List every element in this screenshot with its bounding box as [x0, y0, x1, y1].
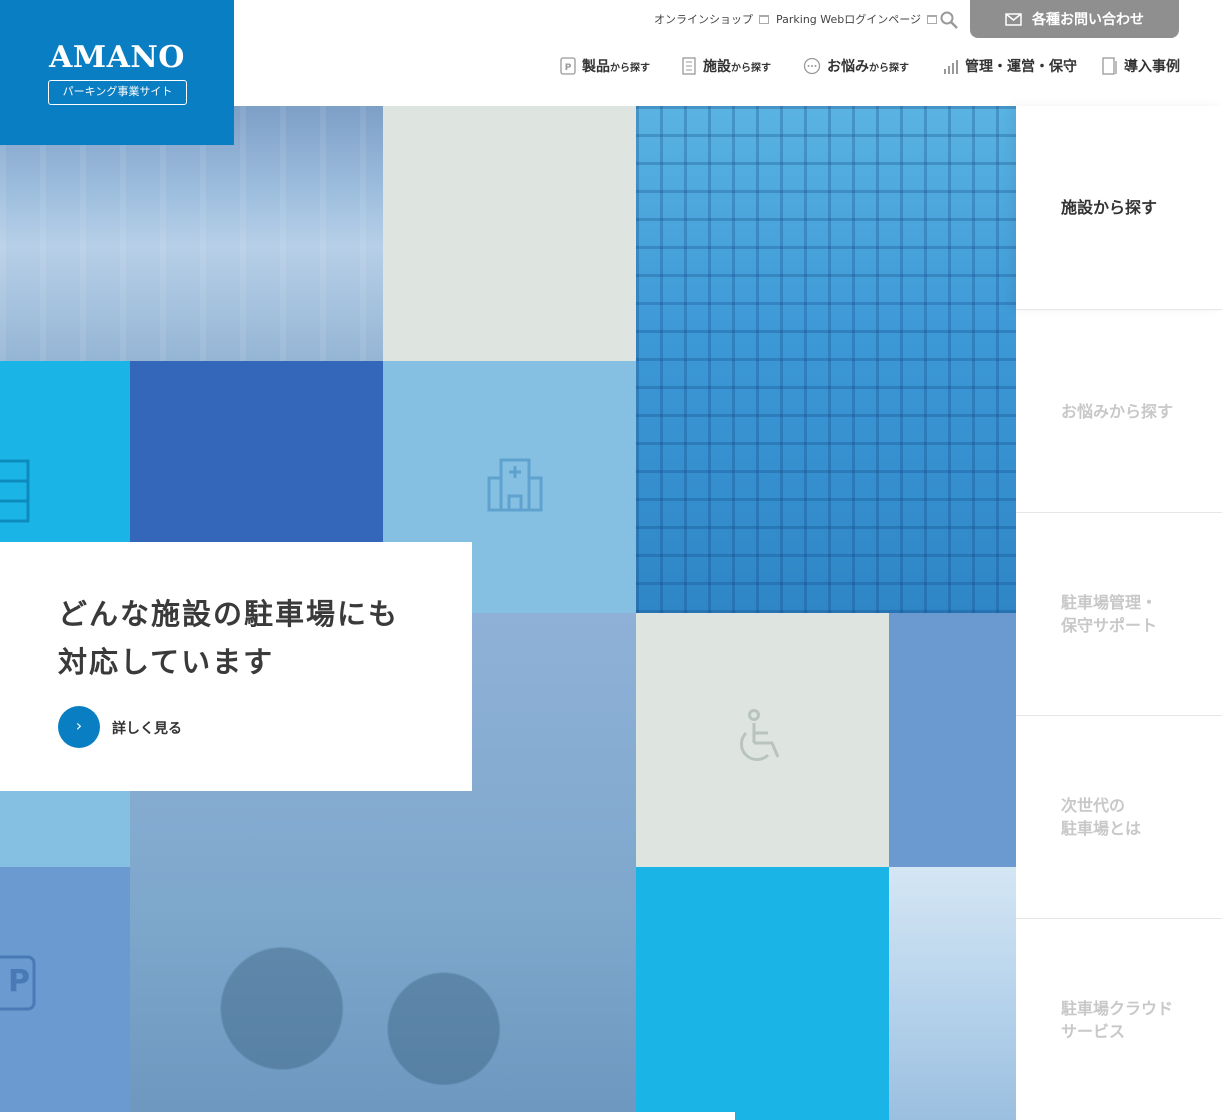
- hero-title: どんな施設の駐車場にも 対応しています: [58, 590, 399, 686]
- search-icon[interactable]: [940, 11, 958, 29]
- read-more-label[interactable]: 詳しく見る: [112, 718, 182, 738]
- nav-facilities-label: 施設: [703, 59, 731, 75]
- hero-title-line-2: 対応しています: [58, 645, 275, 679]
- side-nav-item-next-gen-parking[interactable]: 次世代の 駐車場とは: [1016, 715, 1222, 918]
- nav-management-label: 管理・運営・保守: [965, 59, 1077, 75]
- parking-sign-icon: P: [0, 955, 36, 1011]
- wheelchair-icon: [739, 709, 780, 762]
- hero-tile-bright-cyan: [636, 867, 889, 1120]
- side-nav-item-cloud-service[interactable]: 駐車場クラウド サービス: [1016, 918, 1222, 1120]
- building-icon: [682, 57, 696, 75]
- bottom-strip: [0, 1112, 735, 1120]
- hero-tile-royal-blue: [130, 361, 383, 542]
- side-nav: 施設から探す お悩みから探す 駐車場管理・ 保守サポート 次世代の 駐車場とは …: [1016, 106, 1222, 1120]
- hero-card: どんな施設の駐車場にも 対応しています › 詳しく見る: [0, 542, 472, 791]
- nav-facilities-suffix: から探す: [731, 63, 771, 74]
- logo[interactable]: AMANO パーキング事業サイト: [0, 0, 234, 145]
- side-nav-item-concerns[interactable]: お悩みから探す: [1016, 309, 1222, 512]
- online-shop-link[interactable]: オンラインショップ: [654, 11, 769, 27]
- parking-web-login-link[interactable]: Parking Webログインページ: [776, 11, 938, 27]
- contact-button[interactable]: 各種お問い合わせ: [970, 0, 1179, 38]
- hero-tile-cyan: [0, 361, 130, 542]
- logo-subtitle: パーキング事業サイト: [48, 80, 187, 105]
- nav-products-label: 製品: [582, 59, 610, 75]
- parking-icon: P: [560, 57, 576, 75]
- hospital-icon: [487, 458, 543, 512]
- nav-concerns-label: お悩み: [827, 59, 869, 75]
- hero-tile-parking-sign: P: [0, 867, 130, 1120]
- svg-text:P: P: [565, 63, 572, 73]
- hero-tile-accessibility: [636, 613, 889, 867]
- hero-tile-slate-blue: [889, 613, 1016, 867]
- contact-label: 各種お問い合わせ: [1032, 12, 1144, 28]
- nav-products[interactable]: P 製品から探す: [560, 56, 650, 76]
- nav-management[interactable]: 管理・運営・保守: [943, 56, 1077, 76]
- shelf-icon: [0, 459, 30, 523]
- hero-title-line-1: どんな施設の駐車場にも: [58, 597, 400, 631]
- external-link-icon: [759, 14, 769, 24]
- side-nav-item-facilities[interactable]: 施設から探す: [1016, 106, 1222, 309]
- document-icon: [1102, 57, 1117, 75]
- hero-photo-facility-building: [636, 106, 1023, 613]
- chat-bubble-icon: [803, 57, 821, 75]
- logo-wordmark: AMANO: [49, 40, 185, 75]
- bar-chart-icon: [944, 60, 958, 74]
- header: オンラインショップ Parking Webログインページ 各種お問い合わせ P …: [234, 0, 1222, 106]
- mail-icon: [1005, 12, 1022, 26]
- nav-case-studies-label: 導入事例: [1124, 59, 1180, 75]
- nav-concerns-suffix: から探す: [869, 63, 909, 74]
- hero-tile-cream: [383, 106, 636, 361]
- hero-tile-light-blue: [0, 791, 130, 867]
- chevron-right-icon: ›: [75, 716, 83, 735]
- parking-web-login-label: Parking Webログインページ: [776, 13, 922, 26]
- nav-products-suffix: から探す: [610, 63, 650, 74]
- nav-facilities[interactable]: 施設から探す: [681, 56, 771, 76]
- nav-case-studies[interactable]: 導入事例: [1102, 56, 1180, 76]
- hero-photo-street-sky: [889, 867, 1016, 1120]
- online-shop-label: オンラインショップ: [654, 13, 753, 26]
- read-more-button[interactable]: ›: [58, 706, 100, 748]
- side-nav-item-management-support[interactable]: 駐車場管理・ 保守サポート: [1016, 512, 1222, 715]
- nav-concerns[interactable]: お悩みから探す: [803, 56, 909, 76]
- svg-text:P: P: [8, 964, 30, 999]
- external-link-icon: [927, 14, 938, 24]
